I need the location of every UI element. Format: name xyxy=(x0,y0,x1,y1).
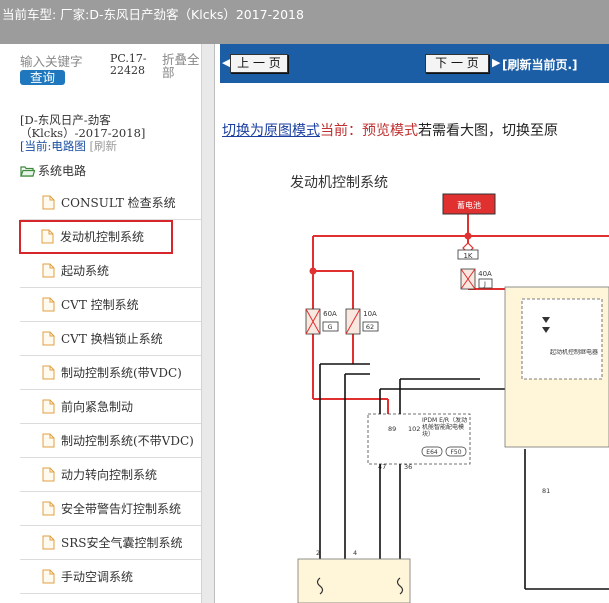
fuse-40a-id: J xyxy=(483,280,486,288)
current-value: 电路图 xyxy=(51,139,86,153)
left-panel: 输入关键字 查询 PC.17-22428 折叠全部 [D-东风日产-劲客（Klc… xyxy=(0,44,215,603)
relay-label: 起动机控制继电器 xyxy=(550,349,599,356)
tree-item-label: 起动系统 xyxy=(61,264,110,278)
pin-89: 89 xyxy=(388,425,396,433)
mode-hint: 若需看大图，切换至原 xyxy=(418,123,558,139)
pin-81: 81 xyxy=(542,487,550,495)
tree-item[interactable]: CONSULT 检查系统 xyxy=(20,186,202,220)
tree-item-label: CONSULT 检查系统 xyxy=(61,196,176,210)
document-icon xyxy=(42,433,55,448)
tree-item-label: 安全带警告灯控制系统 xyxy=(61,502,182,516)
fuse-60a-label: 60A xyxy=(323,310,337,318)
pin-4: 4 xyxy=(353,549,357,557)
pin-102: 102 xyxy=(408,425,420,433)
tree-item[interactable]: 前向紧急制动 xyxy=(20,390,202,424)
tree-item[interactable]: 制动控制系统(带VDC) xyxy=(20,356,202,390)
tree-item-label: SRS安全气囊控制系统 xyxy=(61,536,183,550)
tree-item[interactable]: CVT 换档锁止系统 xyxy=(20,322,202,356)
left-scrollbar[interactable] xyxy=(201,44,214,603)
title-bar: 当前车型: 厂家:D-东风日产劲客（Klcks）2017-2018 xyxy=(0,0,609,44)
collapse-all-button[interactable]: 折叠全部 xyxy=(162,53,202,79)
conn-f50: F50 xyxy=(450,449,461,456)
arrow-right-icon: ▶ xyxy=(492,56,501,69)
wiring-diagram[interactable]: 蓄电池 1K 40A J 60A G 10A 62 89 102 47 36 I… xyxy=(220,149,609,603)
switch-original-mode-link[interactable]: 切换为原图模式 xyxy=(222,123,320,139)
document-icon xyxy=(42,501,55,516)
document-icon xyxy=(42,535,55,550)
folder-label: 系统电路 xyxy=(38,164,87,178)
search-input[interactable]: 输入关键字 xyxy=(20,55,83,68)
document-icon xyxy=(42,569,55,584)
pin-36: 36 xyxy=(404,463,412,471)
tree-item-label: CVT 换档锁止系统 xyxy=(61,332,163,346)
tree-item-label: CVT 控制系统 xyxy=(61,298,139,312)
pin-2: 2 xyxy=(316,549,320,557)
current-vehicle-title: 当前车型: 厂家:D-东风日产劲客（Klcks）2017-2018 xyxy=(2,7,304,22)
vehicle-info: [D-东风日产-劲客（Klcks）-2017-2018] [当前:电路图 [刷新 xyxy=(20,114,200,153)
tree-item-label: 前向紧急制动 xyxy=(61,400,134,414)
tree-item[interactable]: 发动机控制系统 xyxy=(19,220,173,254)
fuse-10a-id: 62 xyxy=(366,323,374,331)
fuse-1k-label: 1K xyxy=(463,252,472,260)
tree-item[interactable]: 安全带警告灯控制系统 xyxy=(20,492,202,526)
refresh-link[interactable]: [刷新 xyxy=(90,139,118,153)
ipdm-label: IPDM E/R（发动机舱智能配电模块） xyxy=(422,417,468,438)
current-mode: 当前：预览模式 xyxy=(320,123,418,139)
vehicle-name: [D-东风日产-劲客（Klcks）-2017-2018] xyxy=(20,113,146,140)
document-icon xyxy=(42,365,55,380)
document-icon xyxy=(42,263,55,278)
fuse-60a-id: G xyxy=(327,323,332,331)
tree-item[interactable]: 动力转向控制系统 xyxy=(20,458,202,492)
prev-page-button[interactable]: 上 一 页 xyxy=(230,54,288,73)
tree-item-label: 发动机控制系统 xyxy=(60,230,145,244)
search-button[interactable]: 查询 xyxy=(20,70,65,85)
tree-item-label: 制动控制系统(带VDC) xyxy=(61,366,182,380)
current-label: [当前: xyxy=(20,139,52,153)
tree-item[interactable]: 制动控制系统(不带VDC) xyxy=(20,424,202,458)
document-icon xyxy=(42,331,55,346)
toolbar: ◀ 上 一 页 下 一 页 ▶ [刷新当前页.] xyxy=(220,44,609,83)
tree-item-label: 手动空调系统 xyxy=(61,570,134,584)
tree-folder-system-circuits[interactable]: 系统电路 xyxy=(20,162,86,179)
document-icon xyxy=(42,297,55,312)
tree-item-label: 动力转向控制系统 xyxy=(61,468,158,482)
tree-item[interactable]: CVT 控制系统 xyxy=(20,288,202,322)
document-icon xyxy=(42,195,55,210)
right-panel: ◀ 上 一 页 下 一 页 ▶ [刷新当前页.] 切换为原图模式当前：预览模式若… xyxy=(220,44,609,603)
pc-code: PC.17-22428 xyxy=(110,52,147,77)
next-page-button[interactable]: 下 一 页 xyxy=(425,54,489,73)
fuse-40a-label: 40A xyxy=(478,270,492,278)
tree-item[interactable]: 手动空调系统 xyxy=(20,560,202,594)
diagram-title: 发动机控制系统 xyxy=(290,175,388,191)
fuse-10a-label: 10A xyxy=(363,310,377,318)
battery-label: 蓄电池 xyxy=(457,200,481,210)
document-icon xyxy=(42,467,55,482)
tree-item-label: 制动控制系统(不带VDC) xyxy=(61,434,194,448)
folder-open-icon xyxy=(20,166,36,177)
tree-item[interactable]: 起动系统 xyxy=(20,254,202,288)
conn-e64: E64 xyxy=(426,449,438,456)
refresh-page-button[interactable]: [刷新当前页.] xyxy=(502,56,578,73)
document-icon xyxy=(42,399,55,414)
mode-bar: 切换为原图模式当前：预览模式若需看大图，切换至原 xyxy=(222,120,558,140)
tree-item[interactable]: SRS安全气囊控制系统 xyxy=(20,526,202,560)
document-icon xyxy=(41,229,54,244)
